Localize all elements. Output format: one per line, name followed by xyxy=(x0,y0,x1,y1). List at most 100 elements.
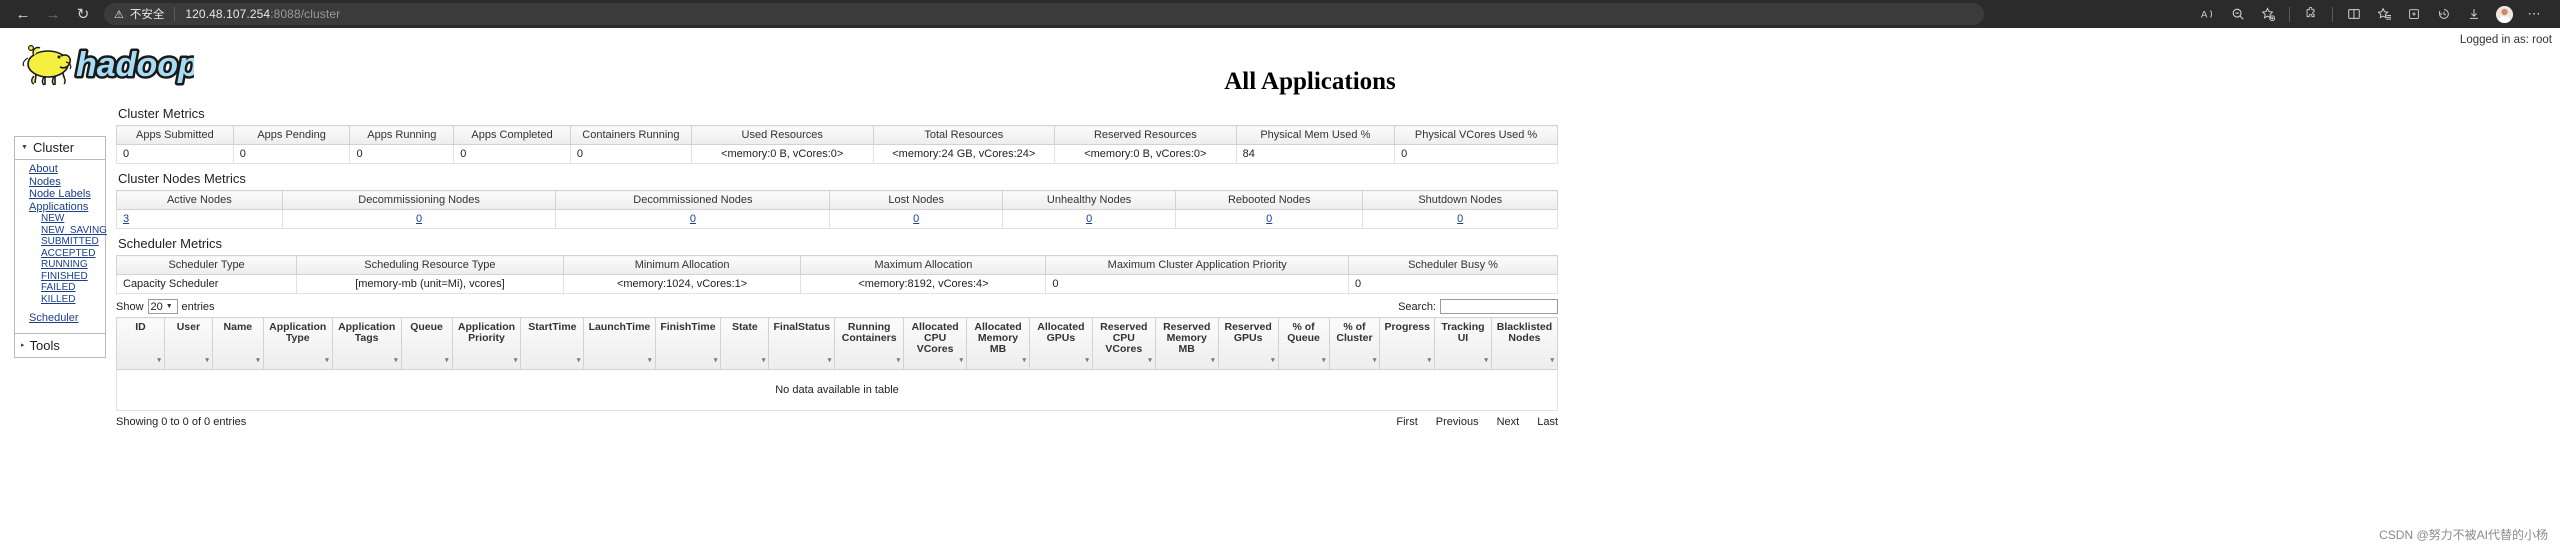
table-header-row: Active Nodes Decommissioning Nodes Decom… xyxy=(116,190,1558,210)
datatable-controls: Show 20 ▼ entries Search: xyxy=(116,299,1558,314)
val-decommissioning-nodes: 0 xyxy=(281,209,557,229)
collections-icon[interactable] xyxy=(2400,2,2428,26)
val-apps-completed: 0 xyxy=(453,144,571,164)
col-name-label: Name xyxy=(223,321,253,333)
sidebar-item-scheduler[interactable]: Scheduler xyxy=(15,312,105,325)
profile-avatar[interactable] xyxy=(2490,2,2518,26)
zoom-out-icon[interactable] xyxy=(2224,2,2252,26)
pagination-first[interactable]: First xyxy=(1396,416,1417,428)
col-allocated-cpu-vcores[interactable]: Allocated CPU VCores ▾ xyxy=(903,317,968,370)
col-running-containers[interactable]: Running Containers ▾ xyxy=(834,317,905,370)
col-shutdown-nodes: Shutdown Nodes xyxy=(1362,190,1558,210)
col-reserved-gpus[interactable]: Reserved GPUs ▾ xyxy=(1217,317,1279,370)
col-reserved-memory-mb[interactable]: Reserved Memory MB ▾ xyxy=(1154,317,1219,370)
col-launchtime-label: LaunchTime xyxy=(588,321,651,333)
val-physical-vcores-used: 0 xyxy=(1394,144,1558,164)
sidebar-item-killed[interactable]: KILLED xyxy=(15,294,105,306)
applications-table: ID ▾ User ▾ Name ▾ Application Type ▾ Applic… xyxy=(116,317,1559,411)
entries-per-page-select[interactable]: 20 ▼ xyxy=(147,299,178,314)
not-secure-label: 不安全 xyxy=(129,9,165,21)
col-allocated-gpus[interactable]: Allocated GPUs ▾ xyxy=(1028,317,1093,370)
decommissioned-nodes-link[interactable]: 0 xyxy=(690,213,696,225)
extensions-icon[interactable] xyxy=(2297,2,2325,26)
col-percent-of-cluster[interactable]: % of Cluster ▾ xyxy=(1328,317,1381,370)
col-reserved-cpu-vcores[interactable]: Reserved CPU VCores ▾ xyxy=(1091,317,1156,370)
col-allocated-memory-mb[interactable]: Allocated Memory MB ▾ xyxy=(966,317,1030,370)
sort-arrow-icon: ▾ xyxy=(1321,357,1326,364)
entries-label: entries xyxy=(181,300,215,313)
col-scheduler-type: Scheduler Type xyxy=(115,255,298,275)
col-application-type[interactable]: Application Type ▾ xyxy=(262,317,333,370)
sidebar-item-submitted[interactable]: SUBMITTED xyxy=(15,236,105,248)
address-bar[interactable]: ⚠ 不安全 120.48.107.254:8088/cluster xyxy=(104,3,1984,25)
col-allocated-memory-mb-label: Allocated Memory MB xyxy=(974,321,1022,355)
sort-arrow-icon: ▾ xyxy=(1484,357,1488,364)
col-finishtime-label: FinishTime xyxy=(660,321,716,333)
col-queue[interactable]: Queue ▾ xyxy=(400,317,453,370)
lost-nodes-link[interactable]: 0 xyxy=(913,213,919,225)
col-blacklisted-nodes-label: Blacklisted Nodes xyxy=(1496,321,1553,344)
forward-arrow-icon[interactable]: → xyxy=(38,2,68,26)
favorites-icon[interactable] xyxy=(2370,2,2398,26)
col-starttime-label: StartTime xyxy=(528,321,577,333)
back-arrow-icon[interactable]: ← xyxy=(8,2,38,26)
col-apps-running: Apps Running xyxy=(349,125,455,145)
url-host: 120.48.107.254 xyxy=(185,7,271,21)
toolbar-divider-2 xyxy=(2332,6,2333,22)
add-favorite-icon[interactable] xyxy=(2254,2,2282,26)
downloads-icon[interactable] xyxy=(2460,2,2488,26)
col-id[interactable]: ID ▾ xyxy=(116,317,165,370)
sidebar-item-running[interactable]: RUNNING xyxy=(15,259,105,271)
reload-icon[interactable]: ↻ xyxy=(68,2,98,26)
shutdown-nodes-link[interactable]: 0 xyxy=(1457,213,1463,225)
decommissioning-nodes-link[interactable]: 0 xyxy=(416,213,422,225)
sidebar-item-applications[interactable]: Applications xyxy=(15,201,105,214)
col-launchtime[interactable]: LaunchTime ▾ xyxy=(583,317,656,370)
col-starttime[interactable]: StartTime ▾ xyxy=(520,317,585,370)
read-aloud-icon[interactable]: A xyxy=(2194,2,2222,26)
sort-arrow-icon: ▾ xyxy=(1148,357,1152,364)
col-percent-of-queue[interactable]: % of Queue ▾ xyxy=(1277,317,1330,370)
val-rebooted-nodes: 0 xyxy=(1175,209,1364,229)
col-application-priority[interactable]: Application Priority ▾ xyxy=(451,317,522,370)
col-user[interactable]: User ▾ xyxy=(163,317,213,370)
sidebar-item-nodes[interactable]: Nodes xyxy=(15,176,105,189)
sidebar-section-cluster[interactable]: ▼ Cluster xyxy=(15,137,105,160)
pagination-previous[interactable]: Previous xyxy=(1436,416,1479,428)
history-icon[interactable] xyxy=(2430,2,2458,26)
pagination-last[interactable]: Last xyxy=(1537,416,1558,428)
col-progress[interactable]: Progress ▾ xyxy=(1379,317,1435,370)
sidebar-item-accepted[interactable]: ACCEPTED xyxy=(15,248,105,260)
col-finalstatus[interactable]: FinalStatus ▾ xyxy=(768,317,836,370)
sidebar-section-tools[interactable]: ▸ Tools xyxy=(15,332,105,357)
col-rebooted-nodes: Rebooted Nodes xyxy=(1175,190,1364,210)
main-content: Cluster Metrics Apps Submitted Apps Pend… xyxy=(115,106,2556,428)
col-application-priority-label: Application Priority xyxy=(457,321,516,344)
col-containers-running: Containers Running xyxy=(569,125,692,145)
sidebar-item-failed[interactable]: FAILED xyxy=(15,282,105,294)
sidebar-item-new[interactable]: NEW xyxy=(15,213,105,225)
col-reserved-memory-mb-label: Reserved Memory MB xyxy=(1163,321,1211,355)
split-screen-icon[interactable] xyxy=(2340,2,2368,26)
sidebar-item-node-labels[interactable]: Node Labels xyxy=(15,188,105,201)
col-tracking-ui[interactable]: Tracking UI ▾ xyxy=(1434,317,1492,370)
rebooted-nodes-link[interactable]: 0 xyxy=(1266,213,1272,225)
sort-arrow-icon: ▾ xyxy=(513,357,518,364)
sidebar-item-about[interactable]: About xyxy=(15,163,105,176)
active-nodes-link[interactable]: 3 xyxy=(123,213,129,225)
sidebar-item-new-saving[interactable]: NEW_SAVING xyxy=(15,225,107,237)
pagination-next[interactable]: Next xyxy=(1497,416,1520,428)
col-finishtime[interactable]: FinishTime ▾ xyxy=(654,317,722,370)
search-input[interactable] xyxy=(1440,299,1558,314)
col-name[interactable]: Name ▾ xyxy=(211,317,264,370)
col-user-label: User xyxy=(176,321,201,333)
col-application-tags[interactable]: Application Tags ▾ xyxy=(331,317,402,370)
col-state[interactable]: State ▾ xyxy=(720,317,770,370)
col-state-label: State xyxy=(732,321,758,333)
sidebar-item-finished[interactable]: FINISHED xyxy=(15,271,105,283)
col-maximum-allocation: Maximum Allocation xyxy=(800,255,1047,275)
col-lost-nodes: Lost Nodes xyxy=(829,190,1004,210)
unhealthy-nodes-link[interactable]: 0 xyxy=(1086,213,1092,225)
col-blacklisted-nodes[interactable]: Blacklisted Nodes ▾ xyxy=(1490,317,1559,370)
settings-more-icon[interactable]: ⋯ xyxy=(2520,2,2548,26)
